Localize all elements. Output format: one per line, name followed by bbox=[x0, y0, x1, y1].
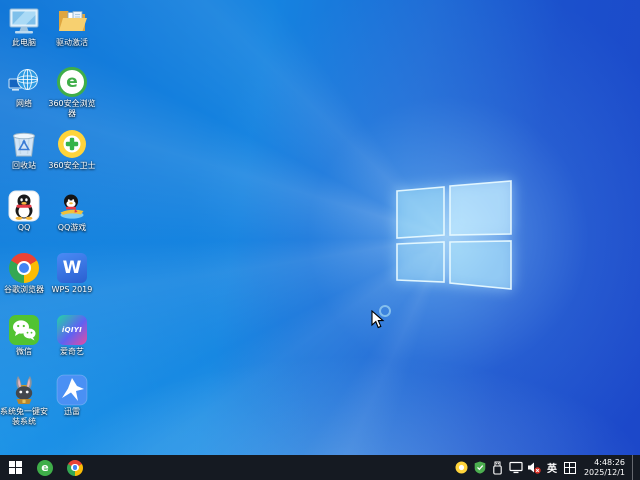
tray-clock[interactable]: 4:48:26 2025/12/1 bbox=[584, 458, 625, 477]
system-rabbit-icon bbox=[8, 374, 40, 406]
tray-usb-device-icon[interactable] bbox=[491, 460, 505, 476]
360-browser-taskbar-icon: e bbox=[37, 459, 53, 476]
desktop-icon-label: 系统兔一键安装系统 bbox=[0, 407, 48, 426]
desktop-icon-label: 360安全卫士 bbox=[48, 161, 96, 170]
desktop-icon-label: 迅雷 bbox=[64, 407, 80, 416]
chrome-taskbar-icon bbox=[67, 459, 83, 476]
mouse-cursor bbox=[371, 310, 385, 329]
taskbar-item-chrome[interactable] bbox=[60, 455, 90, 480]
desktop-icon-qq-games[interactable]: QQ游戏 bbox=[48, 190, 96, 233]
desktop-icon-this-pc[interactable]: 此电脑 bbox=[0, 5, 48, 48]
desktop-icon-label: 回收站 bbox=[12, 161, 36, 170]
chrome-icon bbox=[8, 252, 40, 284]
start-button[interactable] bbox=[0, 455, 30, 480]
recycle-bin-icon bbox=[8, 128, 40, 160]
taskbar: e 英 4:48:26 2025/12/1 bbox=[0, 455, 640, 480]
tray-volume-muted-icon[interactable] bbox=[527, 460, 541, 476]
wechat-icon bbox=[8, 314, 40, 346]
this-pc-icon bbox=[8, 5, 40, 37]
desktop-icon-360-safe-browser[interactable]: e 360安全浏览器 bbox=[48, 66, 96, 119]
tray-network-display-icon[interactable] bbox=[509, 460, 523, 476]
desktop-icon-label: 驱动激活 bbox=[56, 38, 88, 47]
desktop-icon-chrome[interactable]: 谷歌浏览器 bbox=[0, 252, 48, 295]
tray-ime-mode-icon[interactable] bbox=[563, 460, 577, 476]
desktop-icon-wps[interactable]: W WPS 2019 bbox=[48, 252, 96, 295]
360-browser-e-glyph: e bbox=[66, 71, 78, 92]
desktop-icon-driver-activation[interactable]: 驱动激活 bbox=[48, 5, 96, 48]
system-tray: 英 4:48:26 2025/12/1 bbox=[455, 455, 640, 480]
show-desktop-button[interactable] bbox=[632, 455, 638, 480]
desktop-icon-wechat[interactable]: 微信 bbox=[0, 314, 48, 357]
thunder-icon bbox=[56, 374, 88, 406]
qq-games-icon bbox=[56, 190, 88, 222]
desktop-icon-thunder[interactable]: 迅雷 bbox=[48, 374, 96, 417]
desktop-icon-iqiyi[interactable]: iQIYI 爱奇艺 bbox=[48, 314, 96, 357]
clock-time: 4:48:26 bbox=[594, 458, 625, 467]
tray-security-shield-icon[interactable] bbox=[473, 460, 487, 476]
desktop-icon-label: 网络 bbox=[16, 99, 32, 108]
wallpaper-floor-glow bbox=[0, 335, 640, 455]
qq-icon bbox=[8, 190, 40, 222]
desktop-icon-label: QQ游戏 bbox=[57, 223, 87, 232]
desktop-icon-system-rabbit[interactable]: 系统兔一键安装系统 bbox=[0, 374, 48, 427]
iqiyi-icon: iQIYI bbox=[56, 314, 88, 346]
desktop-icon-label: QQ bbox=[17, 223, 31, 232]
desktop-icon-label: 谷歌浏览器 bbox=[4, 285, 44, 294]
360-safe-browser-icon: e bbox=[56, 66, 88, 98]
desktop-icon-network[interactable]: 网络 bbox=[0, 66, 48, 109]
desktop-icon-360-security-guard[interactable]: 360安全卫士 bbox=[48, 128, 96, 171]
360-security-guard-icon bbox=[56, 128, 88, 160]
desktop-icon-label: 此电脑 bbox=[12, 38, 36, 47]
iqiyi-logo-text: iQIYI bbox=[61, 326, 83, 334]
wps-w-glyph: W bbox=[62, 257, 82, 278]
taskbar-item-360-safe-browser[interactable]: e bbox=[30, 455, 60, 480]
desktop-icon-label: 爱奇艺 bbox=[60, 347, 84, 356]
tray-360-antivirus-icon[interactable] bbox=[455, 460, 469, 476]
tray-ime-language-indicator[interactable]: 英 bbox=[545, 460, 559, 476]
clock-date: 2025/12/1 bbox=[583, 467, 625, 477]
desktop-icon-label: 360安全浏览器 bbox=[48, 99, 96, 118]
ime-grid-icon bbox=[563, 461, 576, 474]
wps-icon: W bbox=[56, 252, 88, 284]
desktop: 此电脑 网络 回收站 QQ 谷歌浏览器 微信 系统兔一键安装系统 驱动激活 e … bbox=[0, 0, 640, 480]
network-icon bbox=[8, 66, 40, 98]
windows-start-icon bbox=[8, 461, 22, 474]
desktop-icon-label: WPS 2019 bbox=[51, 285, 93, 294]
driver-activation-folder-icon bbox=[56, 5, 88, 37]
desktop-icon-qq[interactable]: QQ bbox=[0, 190, 48, 233]
windows-logo bbox=[396, 180, 512, 290]
desktop-icon-recycle-bin[interactable]: 回收站 bbox=[0, 128, 48, 171]
desktop-icon-label: 微信 bbox=[16, 347, 32, 356]
